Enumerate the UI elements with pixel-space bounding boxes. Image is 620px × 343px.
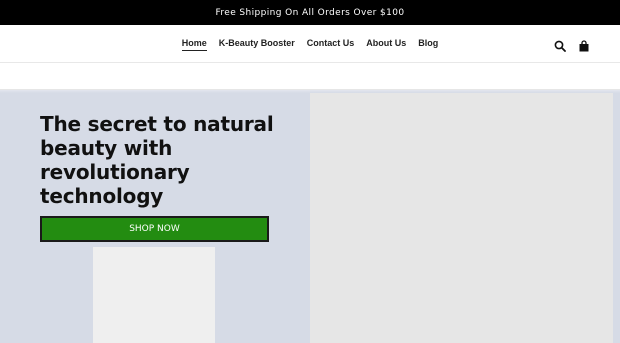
hero-image-placeholder-right: [310, 93, 613, 343]
header-icons: [554, 37, 590, 52]
hero-image-placeholder-left: [93, 247, 215, 343]
search-icon[interactable]: [554, 37, 566, 52]
nav-item-blog[interactable]: Blog: [418, 38, 438, 50]
announcement-text: Free Shipping On All Orders Over $100: [215, 7, 405, 18]
nav-item-about-us[interactable]: About Us: [366, 38, 406, 50]
nav-item-home[interactable]: Home: [181, 38, 207, 51]
sub-header: [0, 63, 620, 90]
nav-item-k-beauty-booster[interactable]: K-Beauty Booster: [219, 38, 295, 50]
announcement-bar: Free Shipping On All Orders Over $100: [0, 0, 620, 25]
shop-now-button[interactable]: SHOP NOW: [40, 216, 269, 242]
hero-section: The secret to natural beauty with revolu…: [0, 93, 620, 343]
cart-icon[interactable]: [578, 37, 590, 52]
nav-item-contact-us[interactable]: Contact Us: [307, 38, 355, 50]
hero-title: The secret to natural beauty with revolu…: [40, 112, 274, 208]
shop-now-label: SHOP NOW: [129, 224, 180, 234]
main-nav: Home K-Beauty Booster Contact Us About U…: [0, 25, 620, 63]
site-header: Home K-Beauty Booster Contact Us About U…: [0, 25, 620, 63]
